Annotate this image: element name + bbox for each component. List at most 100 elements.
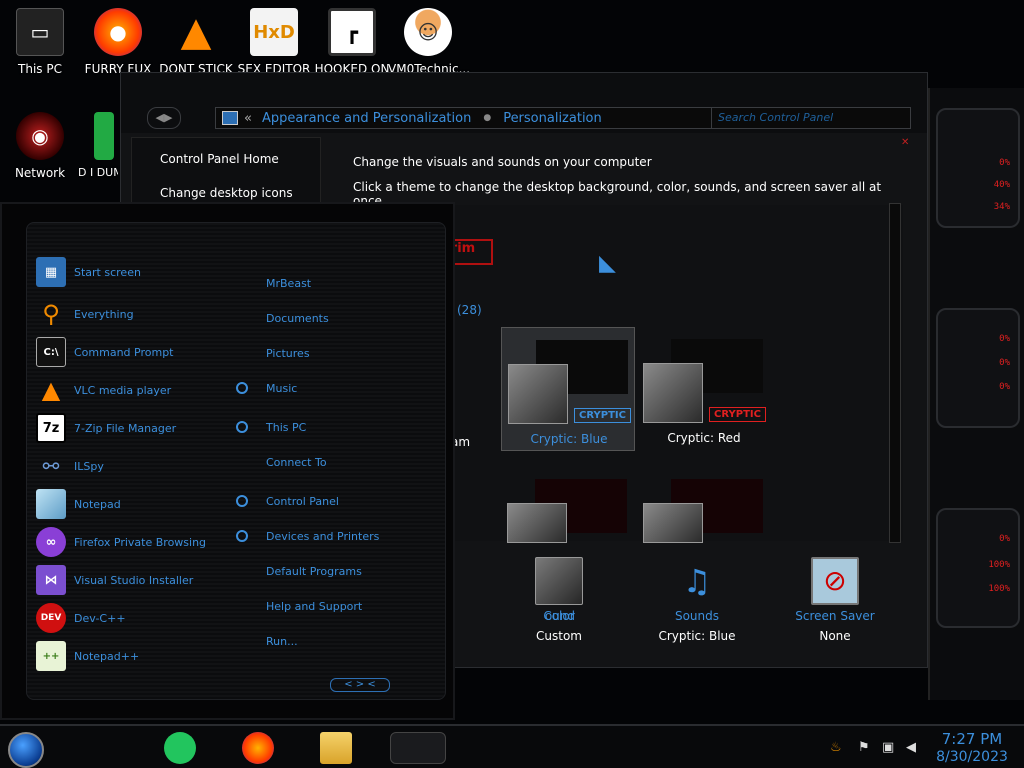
start-item-firefox-private[interactable]: ∞ Firefox Private Browsing — [36, 524, 246, 560]
vlc-cone-icon: ▲ — [180, 9, 212, 55]
nav-change-desktop-icons[interactable]: Change desktop icons — [160, 186, 320, 200]
start-right-music[interactable]: Music — [236, 382, 436, 395]
pin-icon — [236, 421, 248, 433]
taskbar[interactable]: ♨ ⚑ ▣ ◀ 7:27 PM 8/30/2023 — [0, 724, 1024, 768]
right-decorative-panel: 0% 40% 34% 0% 0% 0% 0% 100% 100% — [928, 88, 1024, 700]
screen-saver-icon: ⊘ — [811, 557, 859, 605]
notepad-icon — [36, 489, 66, 519]
desktop-icon-furry-fux[interactable]: ● FURRY FUX — [78, 8, 158, 76]
gauge-block: 0% 100% 100% — [936, 508, 1020, 628]
network-icon: ◉ — [16, 112, 64, 160]
start-menu[interactable]: ▦ Start screen ⚲ Everything C:\ Command … — [0, 202, 455, 720]
bottom-item-screen-saver[interactable]: ⊘ Screen Saver None — [785, 557, 885, 643]
desktop-icon-this-pc[interactable]: ▭ This PC — [0, 8, 80, 76]
flag-tray-icon[interactable]: ⚑ — [858, 740, 870, 755]
desktop-icon-sex-editor[interactable]: HxD SEX EDITOR — [234, 8, 314, 76]
firefox-private-icon: ∞ — [36, 527, 66, 557]
taskbar-clock[interactable]: 7:27 PM 8/30/2023 — [930, 730, 1014, 766]
maze-game-icon: ┏ — [328, 8, 376, 56]
cursor-icon: ◣ — [599, 251, 616, 276]
pin-icon — [236, 382, 248, 394]
theme-count: (28) — [457, 303, 482, 317]
theme-partial[interactable] — [637, 467, 771, 543]
start-item-dev-cpp[interactable]: DEV Dev-C++ — [36, 600, 246, 636]
vlc-cone-icon: ▲ — [41, 376, 61, 404]
themes-list[interactable]: rim ◣ (28) am CRYPTIC Cryptic: Blue CRYP… — [433, 205, 903, 543]
desktop: ▭ This PC ● FURRY FUX ▲ DONT STICK HxD S… — [0, 0, 1024, 768]
cryptic-logo: CRYPTIC — [709, 407, 766, 422]
firefox-icon: ● — [94, 8, 142, 56]
theme-color-swatch — [508, 364, 568, 424]
nav-control-panel-home[interactable]: Control Panel Home — [160, 152, 320, 166]
bottom-item-color[interactable]: Color Custom — [509, 557, 609, 643]
notepad-plus-icon: ++ — [36, 641, 66, 671]
start-item-command-prompt[interactable]: C:\ Command Prompt — [36, 334, 246, 370]
taskbar-green-app-icon[interactable] — [164, 732, 196, 764]
desktop-icon-dont-stick[interactable]: ▲ DONT STICK — [156, 8, 236, 76]
theme-partial[interactable] — [501, 467, 635, 543]
desktop-icon-hooked-on[interactable]: ┏ HOOKED ON — [312, 8, 392, 76]
start-menu-arrows[interactable]: < > < — [330, 678, 390, 692]
theme-color-swatch — [643, 503, 703, 543]
terminal-icon: C:\ — [36, 337, 66, 367]
app-icon — [94, 112, 114, 160]
desktop-icon-network[interactable]: ◉ Network — [0, 112, 80, 180]
control-panel-main: Change the visuals and sounds on your co… — [353, 155, 913, 208]
dev-cpp-icon: DEV — [36, 603, 66, 633]
back-button[interactable]: ◀▶ — [147, 107, 181, 129]
hxd-editor-icon: HxD — [250, 8, 298, 56]
cryptic-logo: CRYPTIC — [574, 408, 631, 423]
music-notes-icon: ♫ — [682, 562, 712, 600]
start-right-help-support[interactable]: Help and Support — [266, 600, 436, 613]
start-right-mrbeast[interactable]: MrBeast — [266, 277, 436, 290]
start-right-connect-to[interactable]: Connect To — [266, 456, 436, 469]
color-swatch-icon — [535, 557, 583, 605]
start-right-pictures[interactable]: Pictures — [266, 347, 436, 360]
gauge-block: 0% 40% 34% — [936, 108, 1020, 228]
start-right-this-pc[interactable]: This PC — [236, 421, 436, 434]
gauge-block: 0% 0% 0% — [936, 308, 1020, 428]
start-screen-icon: ▦ — [36, 257, 66, 287]
bottom-item-sounds[interactable]: ♫ Sounds Cryptic: Blue — [647, 557, 747, 643]
taskbar-firefox-icon[interactable] — [242, 732, 274, 764]
java-tray-icon[interactable]: ♨ — [830, 740, 842, 755]
start-item-vlc[interactable]: ▲ VLC media player — [36, 372, 246, 408]
desktop-icon-d-i-dum[interactable]: D I DUM — [78, 112, 118, 179]
start-right-devices-printers[interactable]: Devices and Printers — [236, 530, 436, 543]
breadcrumb-separator-icon: ● — [483, 113, 492, 123]
start-item-notepad[interactable]: Notepad — [36, 486, 246, 522]
page-heading: Change the visuals and sounds on your co… — [353, 155, 652, 169]
search-magnifier-icon: ⚲ — [42, 300, 60, 328]
start-item-ilspy[interactable]: ⚯ ILSpy — [36, 448, 246, 484]
ilspy-icon: ⚯ — [42, 454, 60, 478]
customization-row: ound Color Custom ♫ Sounds Cryptic: Blue… — [531, 557, 911, 657]
breadcrumb-personalization[interactable]: Personalization — [503, 111, 602, 126]
start-button[interactable] — [8, 732, 44, 768]
search-input[interactable]: Search Control Panel — [711, 107, 911, 129]
theme-cryptic-blue[interactable]: CRYPTIC Cryptic: Blue — [501, 327, 635, 451]
theme-color-swatch — [643, 363, 703, 423]
start-item-7zip[interactable]: 7z 7-Zip File Manager — [36, 410, 246, 446]
start-right-control-panel[interactable]: Control Panel — [236, 495, 436, 508]
themes-scrollbar[interactable] — [889, 203, 901, 543]
start-right-default-programs[interactable]: Default Programs — [266, 565, 436, 578]
pin-icon — [236, 530, 248, 542]
start-right-documents[interactable]: Documents — [266, 312, 436, 325]
volume-tray-icon[interactable]: ◀ — [906, 740, 916, 755]
doctor-avatar-icon: ☺ — [404, 8, 452, 56]
start-item-everything[interactable]: ⚲ Everything — [36, 296, 246, 332]
theme-cryptic-red[interactable]: CRYPTIC Cryptic: Red — [637, 327, 771, 451]
taskbar-control-panel-icon[interactable] — [390, 732, 446, 764]
7zip-icon: 7z — [36, 413, 66, 443]
start-item-notepad-plus-plus[interactable]: ++ Notepad++ — [36, 638, 246, 674]
breadcrumb-appearance[interactable]: Appearance and Personalization — [262, 111, 471, 126]
control-panel-icon — [222, 111, 238, 125]
taskbar-file-explorer-icon[interactable] — [320, 732, 352, 764]
start-item-start-screen[interactable]: ▦ Start screen — [36, 254, 246, 290]
network-tray-icon[interactable]: ▣ — [882, 740, 894, 755]
start-right-run[interactable]: Run... — [266, 635, 436, 648]
start-item-visual-studio-installer[interactable]: ⋈ Visual Studio Installer — [36, 562, 246, 598]
close-icon[interactable]: ✕ — [901, 137, 909, 148]
desktop-icon-vm0technic[interactable]: ☺ VM0Technic... — [388, 8, 470, 76]
computer-icon: ▭ — [16, 8, 64, 56]
